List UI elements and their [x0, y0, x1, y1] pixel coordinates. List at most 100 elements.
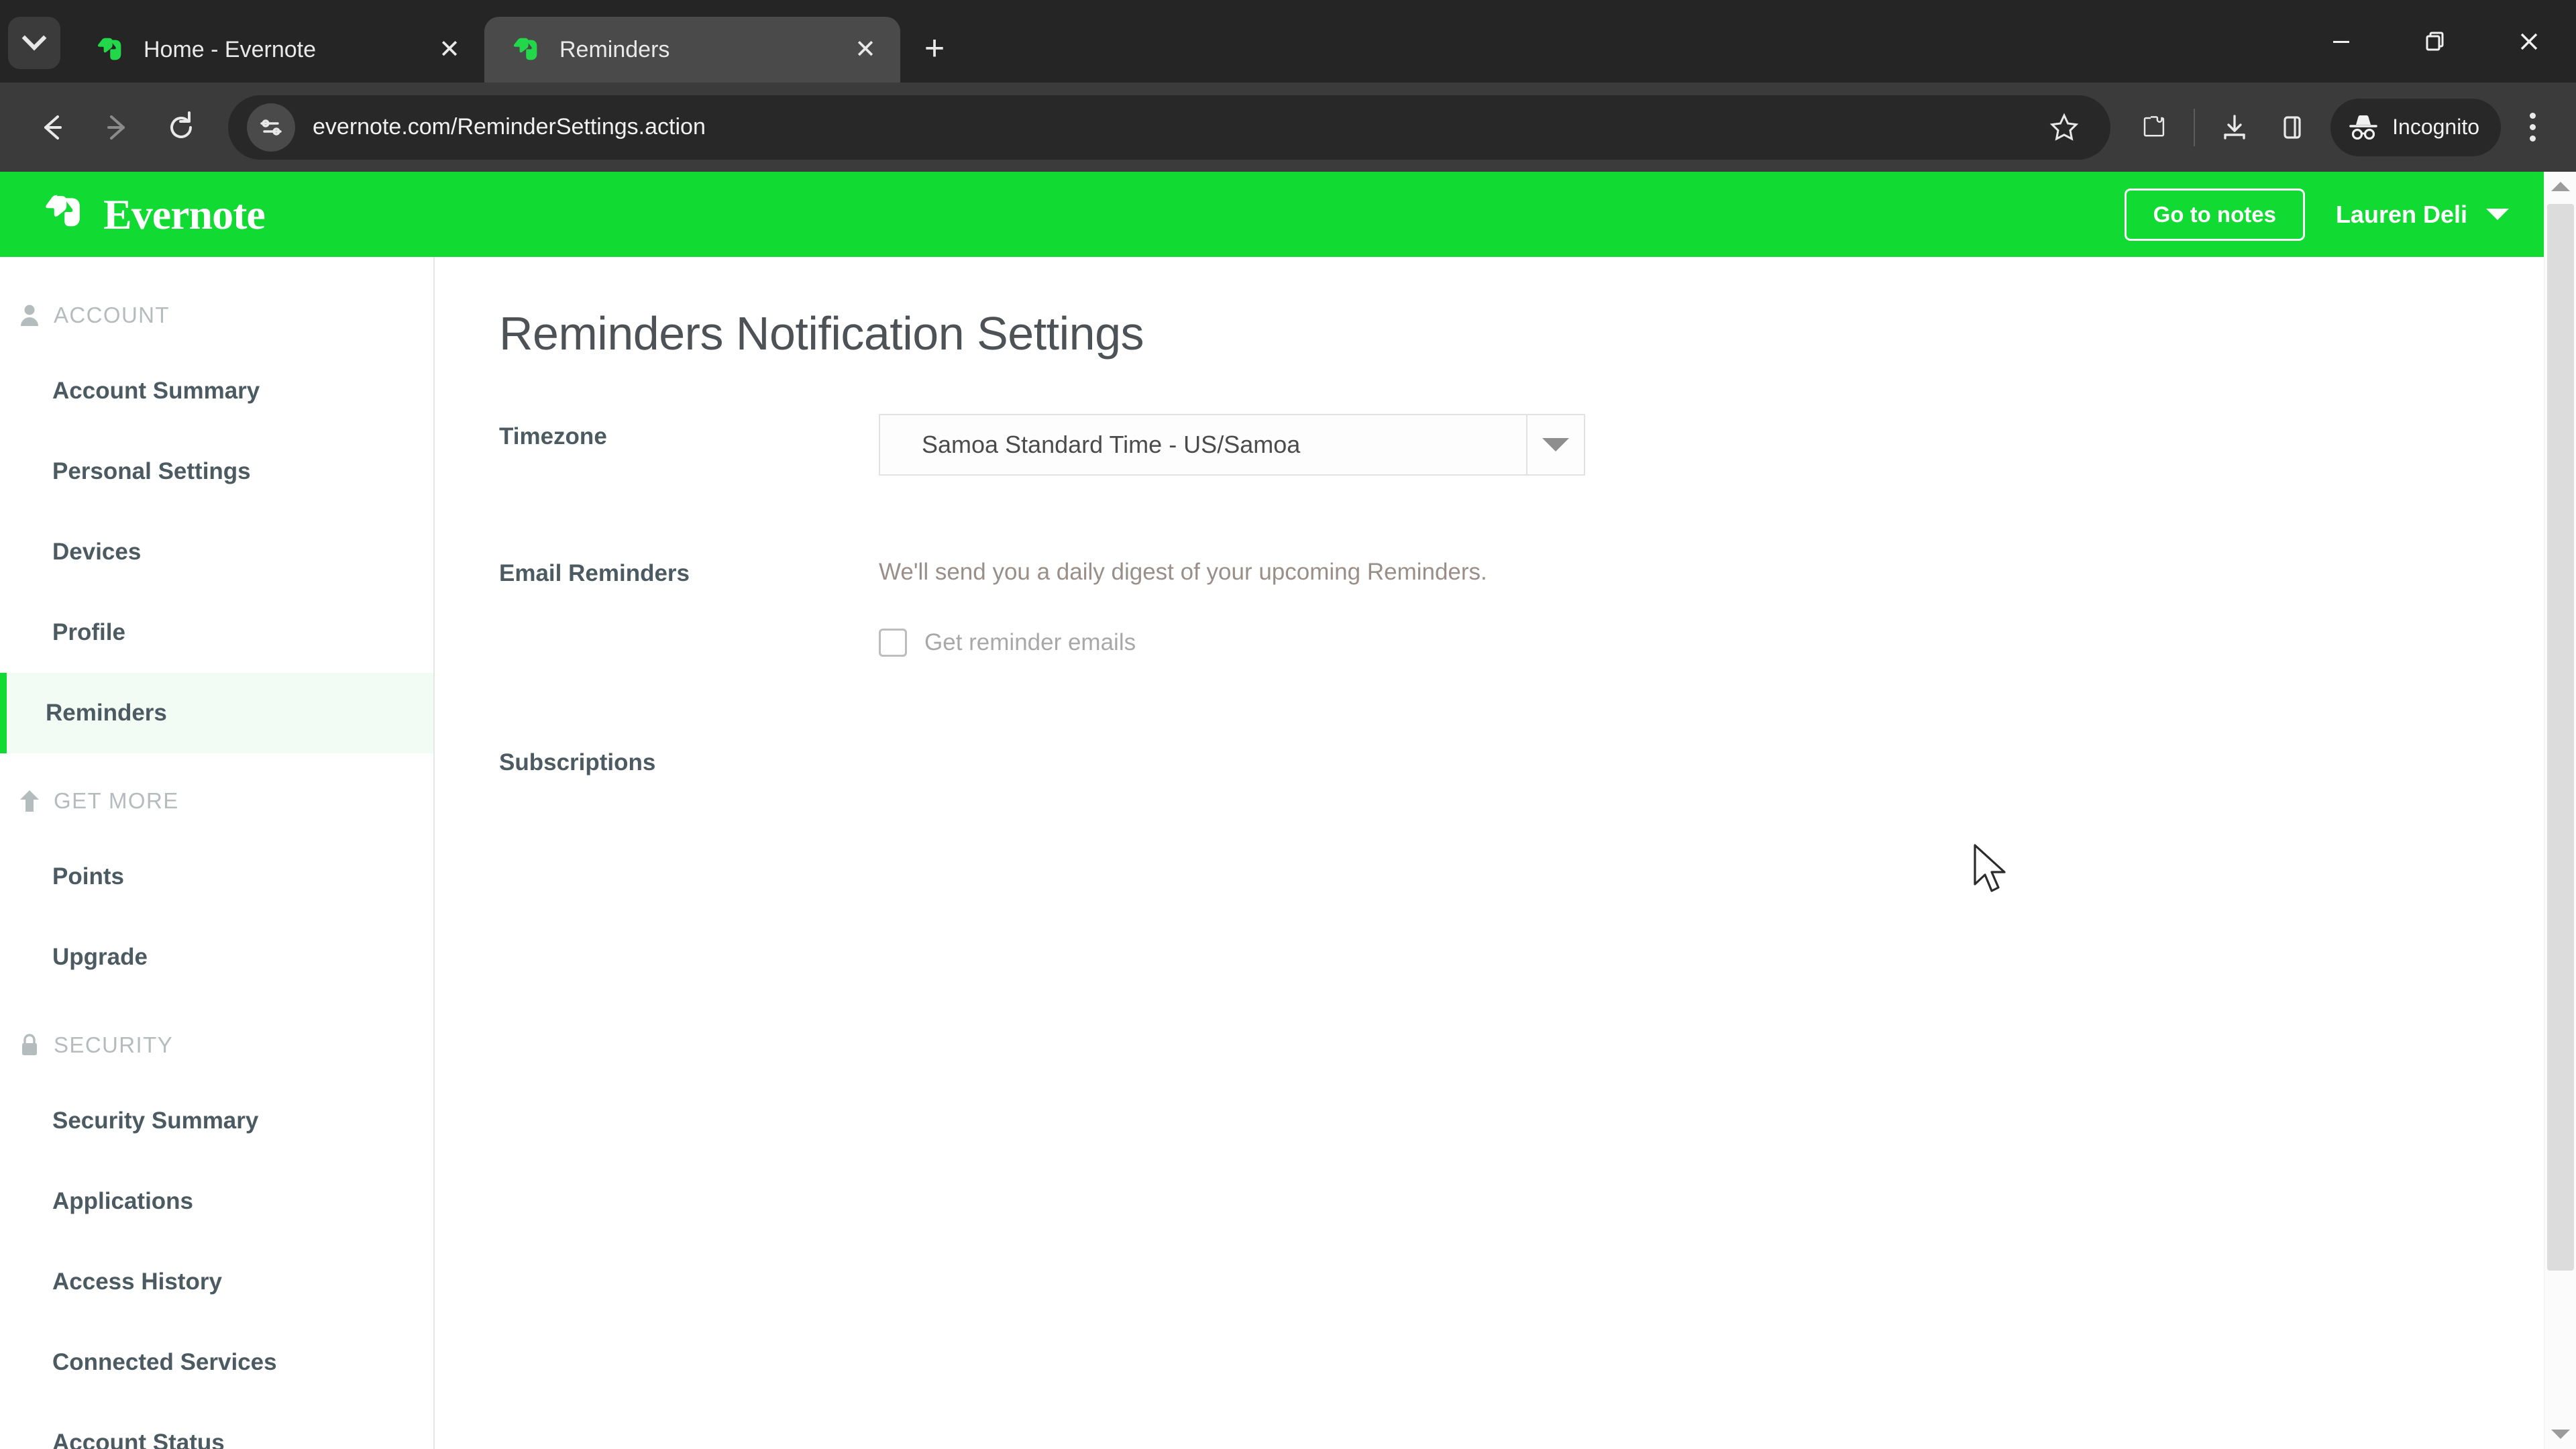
settings-main: Reminders Notification Settings Timezone…	[435, 257, 2544, 1449]
get-reminder-emails-row[interactable]: Get reminder emails	[879, 629, 2544, 657]
tab-close-icon[interactable]: ✕	[431, 31, 468, 68]
sidebar-item-account-summary[interactable]: Account Summary	[0, 351, 433, 431]
sidebar-group-get-more: GET MORE Points Upgrade	[0, 780, 433, 998]
subscriptions-label: Subscriptions	[499, 749, 656, 775]
timezone-control: Samoa Standard Time - US/Samoa	[879, 414, 2544, 476]
settings-sidebar: ACCOUNT Account Summary Personal Setting…	[0, 257, 435, 1449]
reload-icon	[170, 111, 192, 138]
sidebar-group-header-get-more: GET MORE	[0, 780, 433, 822]
back-button[interactable]	[20, 95, 85, 160]
timezone-select-value[interactable]: Samoa Standard Time - US/Samoa	[879, 414, 1527, 476]
timezone-row: Timezone Samoa Standard Time - US/Samoa	[499, 414, 2544, 476]
evernote-logo[interactable]: Evernote	[42, 187, 266, 242]
url-text: evernote.com/ReminderSettings.action	[313, 114, 706, 140]
caret-down-icon[interactable]	[2486, 209, 2509, 220]
user-name-label[interactable]: Lauren Deli	[2336, 201, 2467, 229]
window-controls	[2294, 0, 2576, 83]
sidebar-group-account: ACCOUNT Account Summary Personal Setting…	[0, 294, 433, 753]
email-reminders-label: Email Reminders	[499, 560, 690, 586]
restore-icon	[2426, 32, 2444, 50]
evernote-page: Evernote Go to notes Lauren Deli ACCOUNT…	[0, 172, 2544, 1449]
go-to-notes-button[interactable]: Go to notes	[2124, 188, 2305, 241]
email-reminders-row: Email Reminders We'll send you a daily d…	[499, 551, 2544, 657]
scroll-up-icon	[2551, 182, 2570, 191]
sidebar-item-personal-settings[interactable]: Personal Settings	[0, 431, 433, 512]
scrollbar-track[interactable]	[2544, 201, 2576, 1419]
kebab-dot	[2529, 136, 2536, 142]
timezone-label: Timezone	[499, 423, 607, 449]
sidebar-item-access-history[interactable]: Access History	[0, 1242, 433, 1322]
lock-icon	[13, 1034, 46, 1057]
sidebar-group-header-account: ACCOUNT	[0, 294, 433, 336]
minimize-button[interactable]	[2294, 0, 2388, 83]
tab-strip: Home - Evernote ✕ Reminders ✕ +	[0, 0, 2576, 83]
timezone-select-toggle[interactable]	[1527, 414, 1585, 476]
incognito-label: Incognito	[2392, 115, 2479, 139]
evernote-elephant-icon	[46, 195, 80, 226]
restore-button[interactable]	[2388, 0, 2482, 83]
page-scrollbar[interactable]	[2544, 172, 2576, 1449]
sidebar-group-label: SECURITY	[54, 1032, 174, 1057]
reload-button[interactable]	[149, 95, 213, 160]
mouse-pointer-icon	[1974, 844, 2006, 892]
sidebar-item-security-summary[interactable]: Security Summary	[0, 1081, 433, 1161]
address-bar[interactable]: evernote.com/ReminderSettings.action	[228, 95, 2111, 160]
sidebar-item-upgrade[interactable]: Upgrade	[0, 917, 433, 998]
sidebar-group-label: GET MORE	[54, 788, 179, 813]
browser-toolbar: evernote.com/ReminderSettings.action Inc…	[0, 83, 2576, 172]
scroll-up-button[interactable]	[2544, 172, 2576, 201]
sidebar-group-label: ACCOUNT	[54, 303, 170, 327]
sidebar-item-connected-services[interactable]: Connected Services	[0, 1322, 433, 1403]
caret-down-icon	[1542, 438, 1569, 451]
forward-button[interactable]	[85, 95, 149, 160]
page-title: Reminders Notification Settings	[499, 307, 1144, 360]
incognito-hat-icon	[2349, 115, 2377, 140]
sidebar-item-devices[interactable]: Devices	[0, 512, 433, 592]
back-arrow-icon	[44, 115, 62, 140]
page-viewport: Evernote Go to notes Lauren Deli ACCOUNT…	[0, 172, 2576, 1449]
tab-title: Home - Evernote	[144, 36, 316, 62]
evernote-elephant-icon	[97, 38, 121, 60]
browser-window: Home - Evernote ✕ Reminders ✕ + evernote…	[0, 0, 2576, 1449]
side-panel-button[interactable]	[2263, 99, 2321, 156]
sidebar-item-reminders[interactable]: Reminders	[0, 673, 433, 753]
evernote-header: Evernote Go to notes Lauren Deli	[0, 172, 2544, 257]
close-button[interactable]	[2482, 0, 2576, 83]
toolbar-divider	[2194, 108, 2196, 146]
tab-title: Reminders	[559, 36, 670, 62]
browser-tab-home-evernote[interactable]: Home - Evernote ✕	[68, 17, 484, 83]
scroll-down-button[interactable]	[2544, 1419, 2576, 1449]
sidebar-group-security: SECURITY Security Summary Applications A…	[0, 1024, 433, 1449]
header-actions: Go to notes Lauren Deli	[2124, 188, 2509, 241]
tab-close-icon[interactable]: ✕	[847, 31, 884, 68]
chevron-down-icon	[21, 25, 47, 51]
extensions-button[interactable]	[2125, 99, 2183, 156]
scroll-down-icon	[2551, 1430, 2570, 1439]
sidebar-item-points[interactable]: Points	[0, 837, 433, 917]
tab-search-button[interactable]	[8, 17, 60, 69]
sidebar-item-applications[interactable]: Applications	[0, 1161, 433, 1242]
downloads-button[interactable]	[2206, 99, 2263, 156]
browser-tab-reminders[interactable]: Reminders ✕	[484, 17, 900, 83]
new-tab-button[interactable]: +	[910, 23, 959, 73]
site-settings-icon	[260, 119, 282, 136]
bookmark-button[interactable]	[2035, 99, 2093, 156]
up-arrow-icon	[13, 790, 46, 812]
sidebar-item-account-status[interactable]: Account Status	[0, 1403, 433, 1449]
omnibox-actions	[2035, 99, 2093, 156]
sidebar-item-profile[interactable]: Profile	[0, 592, 433, 673]
timezone-select[interactable]: Samoa Standard Time - US/Samoa	[879, 414, 1585, 476]
incognito-indicator[interactable]: Incognito	[2330, 98, 2501, 156]
minimize-icon	[2333, 40, 2349, 43]
email-reminders-description: We'll send you a daily digest of your up…	[879, 559, 1487, 585]
browser-menu-button[interactable]	[2508, 95, 2557, 160]
site-settings-button[interactable]	[247, 103, 295, 152]
get-reminder-emails-label[interactable]: Get reminder emails	[924, 629, 1136, 656]
close-icon	[2520, 33, 2538, 50]
kebab-dot	[2529, 113, 2536, 119]
evernote-brand-text: Evernote	[103, 190, 266, 238]
scrollbar-thumb[interactable]	[2546, 204, 2574, 1271]
page-body: ACCOUNT Account Summary Personal Setting…	[0, 257, 2544, 1449]
email-reminders-control: We'll send you a daily digest of your up…	[879, 551, 2544, 657]
get-reminder-emails-checkbox[interactable]	[879, 629, 907, 657]
